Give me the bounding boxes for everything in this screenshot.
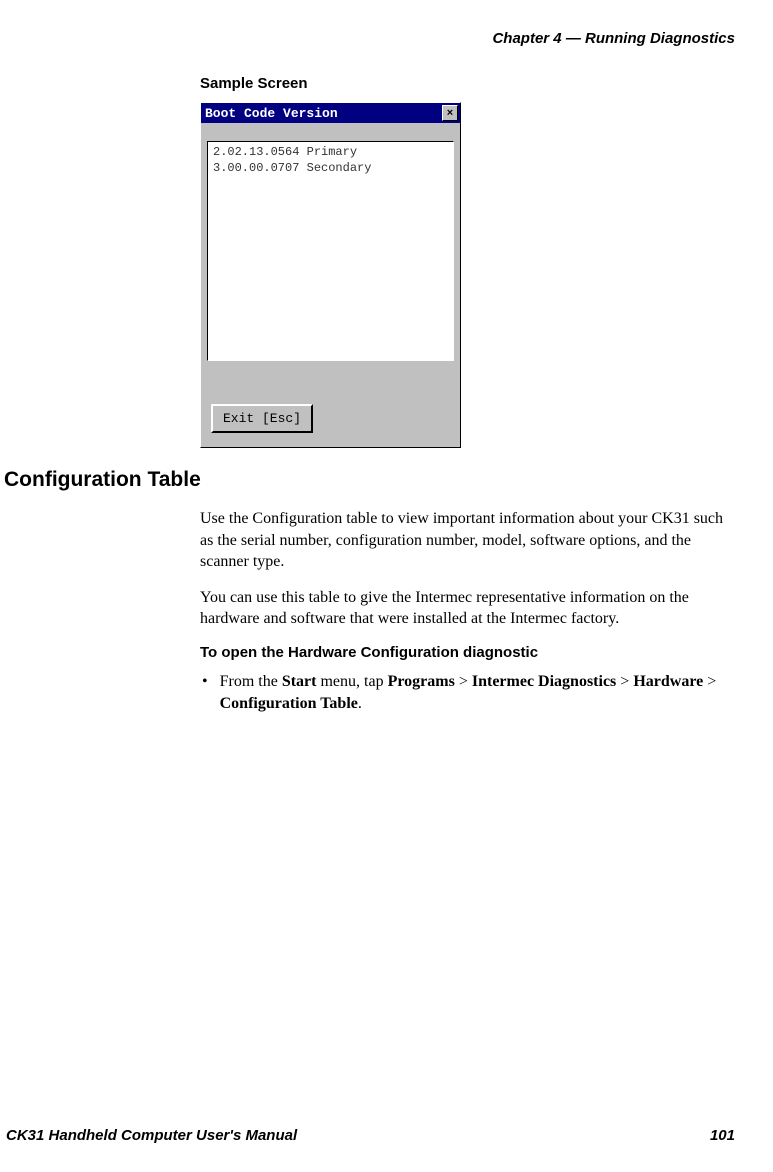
footer-manual-title: CK31 Handheld Computer User's Manual [6,1127,297,1144]
footer-page-number: 101 [710,1127,735,1144]
instruction-heading: To open the Hardware Configuration diagn… [200,644,737,661]
instruction-text: From the Start menu, tap Programs > Inte… [220,671,737,716]
sample-screenshot-window: Boot Code Version × 2.02.13.0564 Primary… [200,102,461,448]
instruction-bullet: • From the Start menu, tap Programs > In… [200,671,737,716]
exit-button[interactable]: Exit [Esc] [211,404,313,433]
window-titlebar: Boot Code Version × [201,103,460,123]
window-title: Boot Code Version [205,106,338,121]
page-footer: CK31 Handheld Computer User's Manual 101 [0,1127,773,1144]
chapter-header: Chapter 4 — Running Diagnostics [0,30,773,47]
boot-version-line-2: 3.00.00.0707 Secondary [213,161,448,177]
paragraph-2: You can use this table to give the Inter… [200,587,737,630]
version-text-area: 2.02.13.0564 Primary 3.00.00.0707 Second… [207,141,454,361]
sample-screen-title: Sample Screen [200,75,737,92]
section-heading: Configuration Table [0,468,737,492]
paragraph-1: Use the Configuration table to view impo… [200,508,737,573]
bullet-icon: • [202,671,208,716]
boot-version-line-1: 2.02.13.0564 Primary [213,145,448,161]
close-icon[interactable]: × [442,105,458,121]
